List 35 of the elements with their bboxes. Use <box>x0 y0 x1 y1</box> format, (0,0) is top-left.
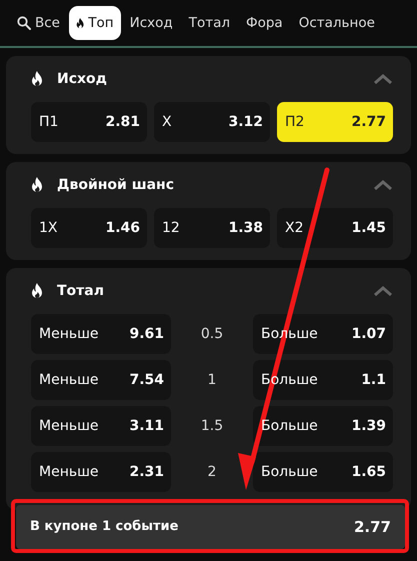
tab[interactable]: Фора <box>238 6 290 40</box>
market-title: Исход <box>57 70 107 88</box>
flame-icon <box>31 177 43 193</box>
coupon-odds: 2.77 <box>354 516 391 538</box>
flame-icon <box>31 283 43 299</box>
tab[interactable]: Остальное <box>292 6 382 40</box>
odds-button[interactable]: П1 2.81 <box>31 102 147 142</box>
total-line: 0.5 <box>200 324 224 344</box>
total-line: 2 <box>206 462 218 482</box>
odds-button[interactable]: Меньше 2.31 <box>31 452 171 492</box>
total-line: 1 <box>206 370 218 390</box>
chevron-icon[interactable] <box>373 73 393 85</box>
market-title: Двойной шанс <box>57 176 174 194</box>
odds-button[interactable]: X 3.12 <box>154 102 270 142</box>
flame-icon <box>31 71 43 87</box>
odds-button[interactable]: Меньше 7.54 <box>31 360 171 400</box>
coupon-text: В купоне 1 событие <box>30 518 178 536</box>
tab[interactable]: Исход <box>122 6 180 40</box>
coupon-bar[interactable]: В купоне 1 событие 2.77 <box>16 505 405 549</box>
tab[interactable]: Все <box>10 6 67 40</box>
total-line: 1.5 <box>200 416 224 436</box>
odds-button[interactable]: Больше 1.65 <box>253 452 393 492</box>
odds-button[interactable]: 12 1.38 <box>154 208 270 248</box>
chevron-icon[interactable] <box>373 285 393 297</box>
odds-button[interactable]: П2 2.77 <box>277 102 393 142</box>
chevron-icon[interactable] <box>373 179 393 191</box>
market-title: Тотал <box>57 282 104 300</box>
search-icon <box>17 16 31 30</box>
odds-button[interactable]: 1X 1.46 <box>31 208 147 248</box>
flame-icon <box>76 18 84 28</box>
odds-button[interactable]: Меньше 3.11 <box>31 406 171 446</box>
odds-button[interactable]: Меньше 9.61 <box>31 314 171 354</box>
odds-button[interactable]: X2 1.45 <box>277 208 393 248</box>
tab[interactable]: Тотал <box>182 6 237 40</box>
tab[interactable]: Топ <box>69 6 121 40</box>
